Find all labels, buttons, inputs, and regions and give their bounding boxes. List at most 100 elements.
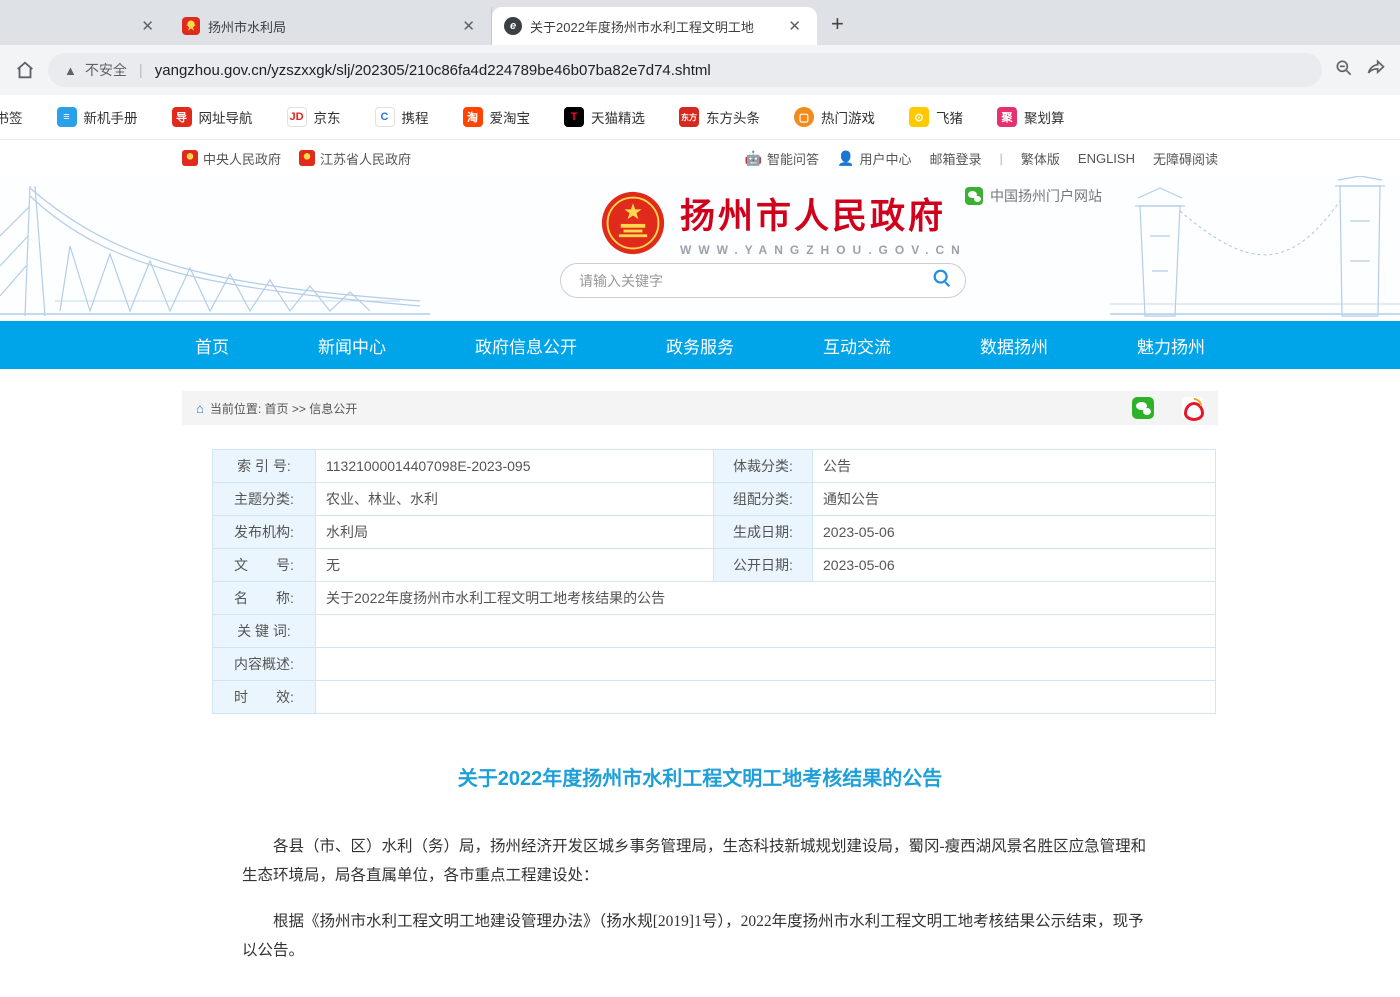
juhuasuan-icon: 聚 (997, 107, 1017, 127)
bookmark-item[interactable]: 聚 聚划算 (997, 107, 1065, 127)
tab-active-announcement[interactable]: e 关于2022年度扬州市水利工程文明工地 ✕ (492, 7, 817, 45)
bookmark-item[interactable]: 淘 爱淘宝 (463, 107, 531, 127)
site-url: WWW.YANGZHOU.GOV.CN (680, 243, 967, 257)
bookmark-item[interactable]: ⊙ 飞猪 (909, 107, 963, 127)
publish-date: 2023-05-06 (813, 549, 1216, 582)
taobao-icon: 淘 (463, 107, 483, 127)
table-row: 主题分类: 农业、林业、水利 组配分类: 通知公告 (213, 483, 1216, 516)
nav-interaction[interactable]: 互动交流 (823, 333, 891, 358)
games-icon: ▢ (794, 107, 814, 127)
bridge-sketch-left (0, 176, 430, 321)
genre-category: 公告 (813, 450, 1216, 483)
mail-login-link[interactable]: 邮箱登录 (929, 149, 981, 168)
nav-info-disclosure[interactable]: 政府信息公开 (475, 333, 577, 358)
page-content: ⌂ 当前位置: 首页 >> 信息公开 索 引 号: 11321000014407… (182, 391, 1218, 997)
search-input[interactable] (579, 273, 931, 289)
table-row: 索 引 号: 11321000014407098E-2023-095 体裁分类:… (213, 450, 1216, 483)
fliggy-pig-icon: ⊙ (909, 107, 929, 127)
traditional-link[interactable]: 繁体版 (1021, 149, 1060, 168)
bookmark-icon: ≡ (57, 107, 77, 127)
weibo-share-icon[interactable] (1182, 397, 1204, 419)
bookmark-item[interactable]: ≡ 新机手册 (57, 107, 138, 127)
tab-title: 扬州市水利局 (208, 17, 450, 36)
table-row: 关 键 词: (213, 615, 1216, 648)
nav-charm[interactable]: 魅力扬州 (1137, 333, 1205, 358)
ctrip-dolphin-icon: C (375, 107, 395, 127)
site-logo[interactable]: 扬州市人民政府 WWW.YANGZHOU.GOV.CN (600, 188, 967, 257)
article-paragraph: 根据《扬州市水利工程文明工地建设管理办法》（扬水规[2019]1号），2022年… (242, 908, 1158, 965)
doc-number: 无 (316, 549, 714, 582)
url-text[interactable]: yangzhou.gov.cn/yzszxxgk/slj/202305/210c… (155, 62, 711, 79)
home-icon[interactable] (14, 59, 36, 81)
bookmark-item[interactable]: 导 网址导航 (172, 107, 253, 127)
security-warning-icon[interactable]: ▲ (64, 63, 77, 78)
national-emblem-icon (299, 150, 315, 166)
table-row: 名 称: 关于2022年度扬州市水利工程文明工地考核结果的公告 (213, 582, 1216, 615)
accessibility-link[interactable]: 无障碍阅读 (1153, 149, 1218, 168)
nav-news[interactable]: 新闻中心 (318, 333, 386, 358)
gov-links-bar: 中央人民政府 江苏省人民政府 🤖 智能问答 👤 用户中心 邮箱登录 | 繁体版 … (182, 140, 1218, 176)
nav-home[interactable]: 首页 (195, 333, 229, 358)
english-link[interactable]: ENGLISH (1078, 151, 1135, 166)
document-meta-table: 索 引 号: 11321000014407098E-2023-095 体裁分类:… (212, 449, 1216, 714)
national-emblem-icon (600, 190, 666, 256)
close-icon[interactable]: ✕ (137, 15, 158, 37)
wechat-icon (965, 187, 983, 205)
zoom-out-icon[interactable] (1334, 58, 1354, 83)
article-paragraph: 各县（市、区）水利（务）局，扬州经济开发区城乡事务管理局，生态科技新城规划建设局… (242, 833, 1158, 890)
share-icon[interactable] (1366, 58, 1386, 83)
jd-icon: JD (287, 107, 307, 127)
bookmarks-bar: 机书签 ≡ 新机手册 导 网址导航 JD 京东 C 携程 淘 爱淘宝 T 天猫精… (0, 95, 1400, 140)
wechat-share-icon[interactable] (1132, 397, 1154, 419)
article-body: 关于2022年度扬州市水利工程文明工地考核结果的公告 各县（市、区）水利（务）局… (182, 762, 1218, 997)
home-icon[interactable]: ⌂ (196, 401, 204, 416)
tab-water-bureau[interactable]: ★ 扬州市水利局 ✕ (170, 7, 492, 45)
publisher: 水利局 (316, 516, 714, 549)
breadcrumb-label: 当前位置: (210, 400, 261, 417)
bridge-sketch-right (1110, 176, 1400, 321)
tab-partial[interactable]: ✕ (0, 7, 170, 45)
group-category: 通知公告 (813, 483, 1216, 516)
user-center-link[interactable]: 👤 用户中心 (837, 149, 911, 168)
create-date: 2023-05-06 (813, 516, 1216, 549)
bookmark-item[interactable]: C 携程 (375, 107, 429, 127)
close-icon[interactable]: ✕ (458, 15, 479, 37)
bookmark-item[interactable]: JD 京东 (287, 107, 341, 127)
link-central-gov[interactable]: 中央人民政府 (182, 149, 281, 168)
tmall-icon: T (564, 107, 584, 127)
toutiao-icon: 东方 (679, 107, 699, 127)
browser-tab-bar: ✕ ★ 扬州市水利局 ✕ e 关于2022年度扬州市水利工程文明工地 ✕ + (0, 0, 1400, 45)
search-icon[interactable] (931, 267, 953, 294)
address-bar[interactable]: ▲ 不安全 | yangzhou.gov.cn/yzszxxgk/slj/202… (48, 53, 1322, 87)
table-row: 时 效: (213, 681, 1216, 714)
user-icon: 👤 (837, 150, 854, 167)
main-nav: 首页 新闻中心 政府信息公开 政务服务 互动交流 数据扬州 魅力扬州 (0, 321, 1400, 369)
validity (316, 681, 1216, 714)
table-row: 内容概述: (213, 648, 1216, 681)
bookmark-item[interactable]: 机书签 (0, 107, 23, 127)
link-jiangsu-gov[interactable]: 江苏省人民政府 (299, 149, 411, 168)
site-name: 扬州市人民政府 (680, 188, 967, 239)
robot-icon: 🤖 (745, 150, 762, 167)
nav-services[interactable]: 政务服务 (666, 333, 734, 358)
portal-wechat-link[interactable]: 中国扬州门户网站 (965, 186, 1102, 206)
index-number: 11321000014407098E-2023-095 (316, 450, 714, 483)
close-icon[interactable]: ✕ (784, 15, 805, 37)
article-title: 关于2022年度扬州市水利工程文明工地考核结果的公告 (242, 762, 1158, 791)
new-tab-button[interactable]: + (831, 11, 844, 37)
browser-toolbar: ▲ 不安全 | yangzhou.gov.cn/yzszxxgk/slj/202… (0, 45, 1400, 95)
bookmark-item[interactable]: ▢ 热门游戏 (794, 107, 875, 127)
topic-category: 农业、林业、水利 (316, 483, 714, 516)
keywords (316, 615, 1216, 648)
bookmark-item[interactable]: T 天猫精选 (564, 107, 645, 127)
table-row: 文 号: 无 公开日期: 2023-05-06 (213, 549, 1216, 582)
nav-data[interactable]: 数据扬州 (980, 333, 1048, 358)
security-label: 不安全 (85, 60, 127, 80)
breadcrumb-path[interactable]: 首页 >> 信息公开 (265, 400, 358, 417)
national-emblem-favicon-icon: ★ (182, 17, 200, 35)
bookmark-item[interactable]: 东方 东方头条 (679, 107, 760, 127)
address-separator: | (139, 62, 143, 79)
summary (316, 648, 1216, 681)
site-search (560, 263, 966, 298)
smart-qa-link[interactable]: 🤖 智能问答 (745, 149, 819, 168)
